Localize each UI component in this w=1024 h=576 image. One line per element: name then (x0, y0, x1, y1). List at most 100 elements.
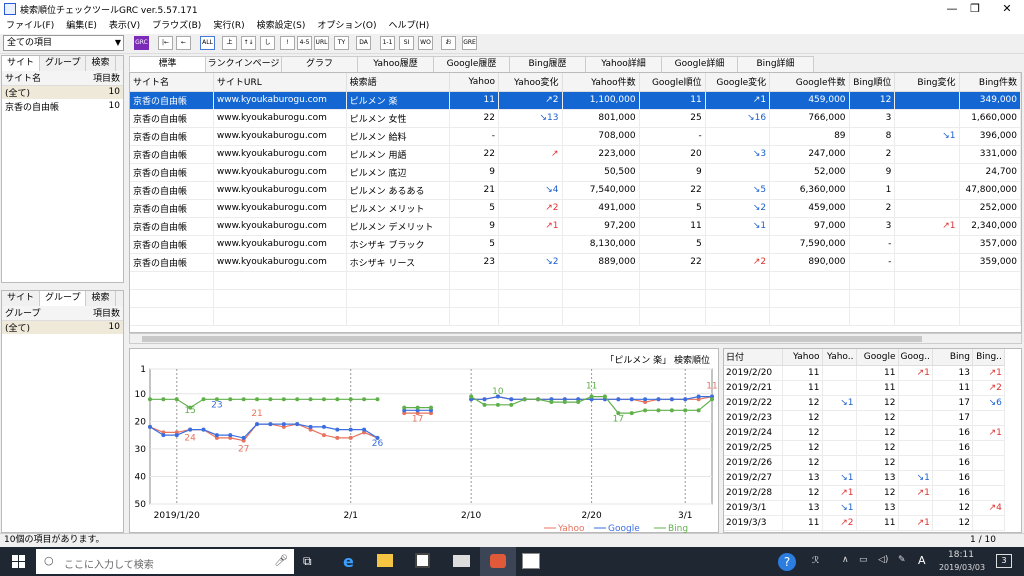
column-header[interactable]: Yahoo (449, 73, 499, 92)
list-item[interactable]: (全て) 10 (2, 320, 123, 334)
mail-icon[interactable] (453, 555, 470, 567)
menu-search-settings[interactable]: 検索設定(S) (251, 18, 312, 34)
table-row[interactable]: 2019/2/26 12 12 16 (724, 455, 1005, 471)
tab-yahoo-detail[interactable]: Yahoo詳細 (585, 56, 662, 72)
edge-browser-icon[interactable]: e (343, 552, 354, 571)
table-row[interactable]: 京香の自由帳 www.kyoukaburogu.com ピルメン デメリット 9 ↗1 9… (130, 217, 1021, 236)
menu-file[interactable]: ファイル(F) (0, 18, 60, 34)
scrollbar-thumb[interactable] (142, 336, 922, 342)
table-row[interactable]: 2019/2/22 12 ↘1 12 17 ↘6 (724, 395, 1005, 411)
toolbar-button-16[interactable]: GRE UP (462, 36, 477, 50)
help-icon[interactable]: ? (778, 553, 796, 571)
table-row[interactable]: 2019/2/20 11 11 ↗1 13 ↗1 (724, 365, 1005, 381)
table-row[interactable]: 京香の自由帳 www.kyoukaburogu.com ピルメン あるある 21 ↘4 7… (130, 181, 1021, 200)
column-header[interactable]: 日付 (724, 349, 783, 366)
column-header[interactable]: サイト名 (130, 73, 214, 92)
column-header[interactable]: サイトURL (213, 73, 347, 92)
table-row[interactable]: 京香の自由帳 www.kyoukaburogu.com ホシザキ リース 23 ↘2 88… (130, 253, 1021, 272)
toolbar-button-13[interactable]: SI TE (399, 36, 414, 50)
column-header[interactable]: Bing順位 (849, 73, 896, 92)
tab-standard[interactable]: 標準 (129, 56, 206, 72)
menu-edit[interactable]: 編集(E) (60, 18, 103, 34)
table-row[interactable]: 京香の自由帳 www.kyoukaburogu.com ピルメン 用語 22 ↗ 223,… (130, 145, 1021, 164)
tab-group[interactable]: グループ (40, 291, 87, 306)
menu-options[interactable]: オプション(O) (311, 18, 382, 34)
table-row[interactable]: 京香の自由帳 www.kyoukaburogu.com ピルメン 給料 - 708,00… (130, 127, 1021, 146)
notification-icon[interactable]: 3 (996, 554, 1012, 568)
toolbar-button-0[interactable]: GRC (134, 36, 149, 50)
close-button[interactable]: ✕ (992, 0, 1022, 18)
column-header[interactable]: Bing.. (972, 349, 1005, 366)
column-header[interactable]: グループ (2, 306, 70, 321)
menu-run[interactable]: 実行(R) (207, 18, 250, 34)
table-row[interactable]: 2019/2/21 11 11 11 ↗2 (724, 380, 1005, 396)
column-header[interactable]: Yahoo (782, 349, 823, 366)
toolbar-button-7[interactable]: ! (280, 36, 295, 50)
menu-help[interactable]: ヘルプ(H) (382, 18, 435, 34)
clock-time[interactable]: 18:11 (946, 550, 976, 560)
ime-indicator[interactable]: A (918, 554, 926, 567)
chevron-up-icon[interactable]: ∧ (842, 555, 849, 565)
menu-view[interactable]: 表示(V) (103, 18, 146, 34)
menu-browse[interactable]: ブラウズ(B) (146, 18, 207, 34)
table-row[interactable]: 2019/2/28 12 ↗1 12 ↗1 16 (724, 485, 1005, 501)
horizontal-scrollbar[interactable] (129, 333, 1022, 344)
tab-google-history[interactable]: Google履歴 (433, 56, 510, 72)
column-header[interactable]: Google件数 (769, 73, 850, 92)
taskbar-app-active[interactable] (480, 547, 516, 576)
table-row[interactable]: 2019/2/25 12 12 16 (724, 440, 1005, 456)
tab-search[interactable]: 検索 (86, 56, 116, 71)
table-row[interactable]: 京香の自由帳 www.kyoukaburogu.com ピルメン メリット 5 ↗2 49… (130, 199, 1021, 218)
toolbar-button-8[interactable]: 4-5 (297, 36, 312, 50)
tab-search[interactable]: 検索 (86, 291, 116, 306)
column-header[interactable]: 検索語 (346, 73, 451, 92)
column-header[interactable]: 項目数 (80, 71, 123, 86)
store-icon[interactable] (415, 553, 430, 568)
task-view-icon[interactable]: ⧉ (303, 554, 312, 569)
toolbar-button-15[interactable]: お (441, 36, 456, 50)
column-header[interactable]: Yaho.. (822, 349, 857, 366)
column-header[interactable]: Yahoo変化 (498, 73, 563, 92)
toolbar-button-3[interactable]: ALL (200, 36, 215, 50)
tab-rankin-page[interactable]: ランクインページ (205, 56, 282, 72)
toolbar-button-1[interactable]: |← (158, 36, 173, 50)
table-row[interactable]: 京香の自由帳 www.kyoukaburogu.com ホシザキ ブラック 5 8,13… (130, 235, 1021, 254)
volume-icon[interactable]: ◁) (878, 555, 888, 565)
filter-select[interactable]: 全ての項目 ▼ (3, 35, 124, 51)
tab-graph[interactable]: グラフ (281, 56, 358, 72)
maximize-button[interactable]: ❐ (960, 0, 990, 18)
toolbar-button-9[interactable]: URL (314, 36, 329, 50)
toolbar-button-4[interactable]: 上 (222, 36, 237, 50)
table-row[interactable]: 2019/3/1 13 ↘1 13 12 ↗4 (724, 500, 1005, 516)
table-row[interactable]: 2019/2/27 13 ↘1 13 ↘1 16 (724, 470, 1005, 486)
list-item[interactable]: (全て) 10 (2, 85, 123, 99)
table-row[interactable]: 2019/2/23 12 12 17 (724, 410, 1005, 426)
grc-app-icon[interactable] (522, 553, 540, 569)
column-header[interactable]: Goog.. (898, 349, 933, 366)
column-header[interactable]: Bing件数 (959, 73, 1021, 92)
tab-site[interactable]: サイト (2, 291, 41, 306)
column-header[interactable]: Google (856, 349, 899, 366)
people-icon[interactable]: ℛ (812, 556, 819, 566)
table-row[interactable]: 京香の自由帳 www.kyoukaburogu.com ピルメン 楽 11 ↗2 1,10… (130, 91, 1021, 110)
toolbar-button-6[interactable]: し (260, 36, 275, 50)
tab-group[interactable]: グループ (40, 56, 87, 71)
table-row[interactable]: 京香の自由帳 www.kyoukaburogu.com ピルメン 女性 22 ↘13 80… (130, 109, 1021, 128)
clock-date[interactable]: 2019/03/03 (934, 563, 990, 572)
tab-bing-history[interactable]: Bing履歴 (509, 56, 586, 72)
microphone-icon[interactable]: 🎤︎ (274, 554, 288, 567)
toolbar-button-10[interactable]: TY PE (334, 36, 349, 50)
network-icon[interactable]: ▭ (859, 555, 868, 565)
table-row[interactable]: 2019/2/24 12 12 16 ↗1 (724, 425, 1005, 441)
column-header[interactable]: サイト名 (2, 71, 81, 86)
tab-bing-detail[interactable]: Bing詳細 (737, 56, 814, 72)
table-row[interactable]: 京香の自由帳 www.kyoukaburogu.com ピルメン 底辺 9 50,500… (130, 163, 1021, 182)
windows-start-icon[interactable] (12, 555, 25, 568)
taskbar-search-box[interactable]: ○ ここに入力して検索 🎤︎ (36, 549, 294, 574)
table-row[interactable]: 2019/3/3 11 ↗2 11 ↗1 12 (724, 515, 1005, 531)
column-header[interactable]: Yahoo件数 (562, 73, 640, 92)
toolbar-button-11[interactable]: DA TA (356, 36, 371, 50)
column-header[interactable]: Google変化 (705, 73, 771, 92)
column-header[interactable]: Google順位 (639, 73, 706, 92)
toolbar-button-12[interactable]: 1-1 (380, 36, 395, 50)
